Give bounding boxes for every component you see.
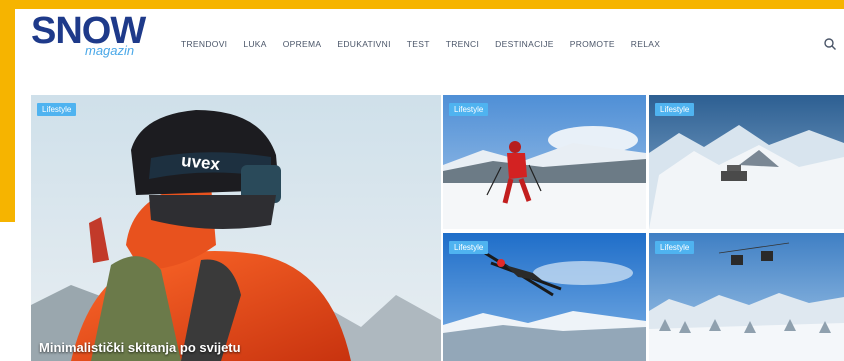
site-header: SNOW magazin Trendovi Luka Oprema Edukat… (15, 9, 844, 75)
article-grid: uvex Lifestyle Minimalistički skitanja p… (31, 95, 844, 361)
article-card[interactable]: Lifestyle (649, 233, 844, 361)
nav-item-oprema[interactable]: Oprema (275, 39, 330, 49)
article-card-featured[interactable]: uvex Lifestyle Minimalistički skitanja p… (31, 95, 441, 361)
nav-item-relax[interactable]: Relax (623, 39, 668, 49)
article-title[interactable]: Minimalistički skitanja po svijetu (39, 340, 433, 355)
nav-item-edukativni[interactable]: Edukativni (329, 39, 398, 49)
nav-item-trendovi[interactable]: Trendovi (173, 39, 235, 49)
category-badge[interactable]: Lifestyle (655, 241, 695, 254)
nav-item-promote[interactable]: Promote (562, 39, 623, 49)
category-badge[interactable]: Lifestyle (37, 103, 77, 116)
featured-image: uvex (31, 95, 441, 361)
nav-item-destinacije[interactable]: Destinacije (487, 39, 562, 49)
article-card[interactable]: Lifestyle (443, 95, 646, 229)
top-accent-bar (0, 0, 844, 9)
nav-item-trenci[interactable]: Trenci (438, 39, 487, 49)
main-nav: Trendovi Luka Oprema Edukativni Test Tre… (173, 39, 668, 49)
category-badge[interactable]: Lifestyle (655, 103, 695, 116)
left-accent-bar (0, 0, 15, 222)
nav-item-test[interactable]: Test (399, 39, 438, 49)
article-card[interactable]: Lifestyle (649, 95, 844, 229)
nav-item-luka[interactable]: Luka (235, 39, 274, 49)
category-badge[interactable]: Lifestyle (449, 103, 489, 116)
search-icon[interactable] (823, 37, 837, 51)
site-logo[interactable]: SNOW magazin (31, 10, 171, 69)
logo-subtitle: magazin (85, 43, 135, 58)
article-card[interactable]: Lifestyle (443, 233, 646, 361)
category-badge[interactable]: Lifestyle (449, 241, 489, 254)
